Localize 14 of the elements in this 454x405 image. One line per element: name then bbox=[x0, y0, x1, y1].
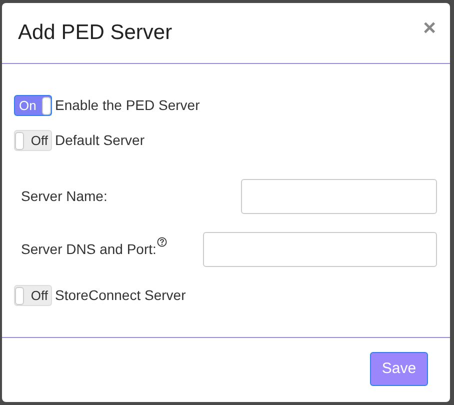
toggle-switch[interactable]: On bbox=[14, 95, 52, 116]
toggle-switch[interactable]: Off bbox=[14, 285, 52, 306]
toggle-switch[interactable]: Off bbox=[14, 130, 52, 151]
toggle-label: Enable the PED Server bbox=[55, 96, 200, 115]
save-button[interactable]: Save bbox=[370, 352, 428, 386]
close-button[interactable]: × bbox=[423, 17, 436, 39]
toggle-label: StoreConnect Server bbox=[55, 286, 186, 305]
field-label: Server DNS and Port: bbox=[21, 240, 156, 259]
text-field[interactable] bbox=[241, 179, 437, 214]
dialog-title: Add PED Server bbox=[18, 20, 172, 46]
field-label: Server Name: bbox=[21, 187, 108, 206]
text-field[interactable] bbox=[203, 232, 437, 267]
toggle-label: Default Server bbox=[55, 131, 144, 150]
help-icon[interactable] bbox=[157, 237, 168, 247]
